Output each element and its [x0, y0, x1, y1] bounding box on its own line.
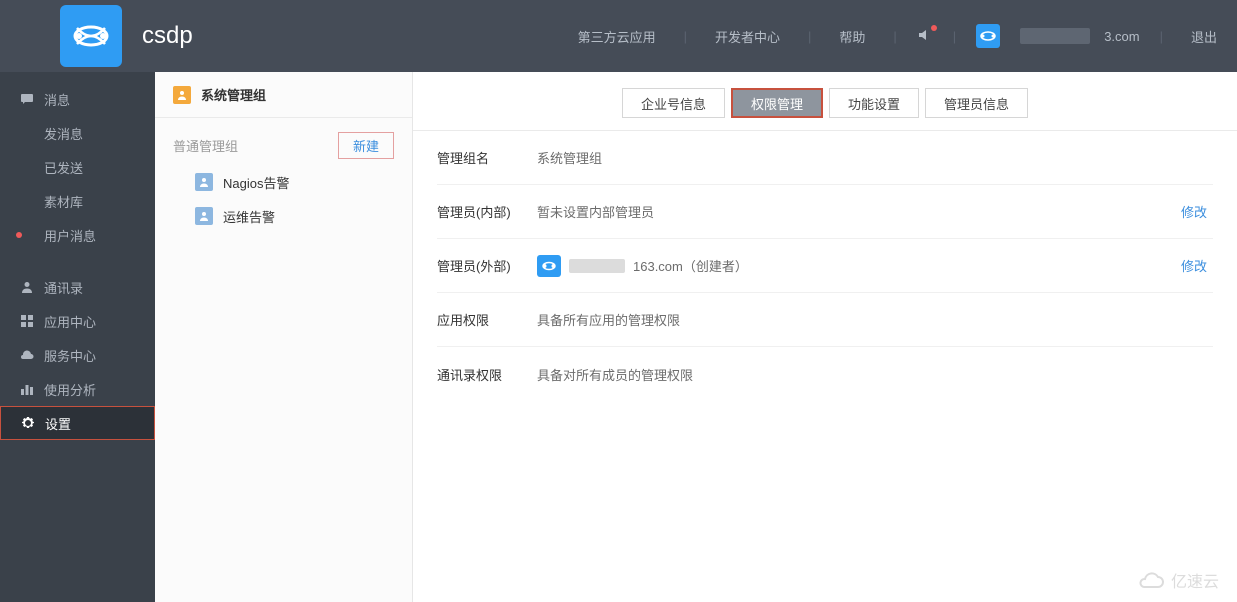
field-value: 163.com（创建者） [537, 255, 1181, 277]
field-label: 管理员(内部) [437, 202, 537, 221]
group-item-ops[interactable]: 运维告警 [155, 199, 412, 233]
sidebar-item-settings[interactable]: 设置 [0, 406, 155, 440]
sidebar-item-app-center[interactable]: 应用中心 [0, 304, 155, 338]
group-item-nagios[interactable]: Nagios告警 [155, 165, 412, 199]
modify-link[interactable]: 修改 [1181, 256, 1213, 275]
field-label: 通讯录权限 [437, 365, 537, 384]
sidebar-label: 应用中心 [44, 312, 96, 331]
new-group-button[interactable]: 新建 [338, 132, 394, 159]
group-icon [173, 86, 191, 104]
sidebar-label: 设置 [45, 414, 71, 433]
field-label: 应用权限 [437, 310, 537, 329]
group-item-label: Nagios告警 [223, 173, 289, 192]
main-panel: 企业号信息 权限管理 功能设置 管理员信息 管理组名 系统管理组 管理员(内部)… [413, 72, 1237, 602]
field-label: 管理组名 [437, 148, 537, 167]
group-icon [195, 207, 213, 225]
user-email-suffix: 3.com [1104, 29, 1139, 44]
row-contact-permission: 通讯录权限 具备对所有成员的管理权限 [437, 347, 1213, 401]
sidebar-label: 通讯录 [44, 278, 83, 297]
system-group-header[interactable]: 系统管理组 [155, 72, 412, 118]
field-value: 具备对所有成员的管理权限 [537, 365, 1213, 384]
sidebar-label: 用户消息 [44, 226, 96, 245]
row-group-name: 管理组名 系统管理组 [437, 131, 1213, 185]
external-admin-suffix: 163.com（创建者） [633, 256, 748, 275]
user-avatar[interactable] [976, 24, 1000, 48]
group-icon [195, 173, 213, 191]
group-column: 系统管理组 普通管理组 新建 Nagios告警 运维告警 [155, 72, 413, 602]
field-label: 管理员(外部) [437, 256, 537, 275]
sidebar-item-user-messages[interactable]: 用户消息 [0, 218, 155, 252]
tab-enterprise-info[interactable]: 企业号信息 [622, 88, 725, 118]
user-email-masked [1020, 28, 1090, 44]
sidebar-label: 使用分析 [44, 380, 96, 399]
tab-admin-info[interactable]: 管理员信息 [925, 88, 1028, 118]
sidebar-item-sent[interactable]: 已发送 [0, 150, 155, 184]
sidebar-label: 素材库 [44, 192, 83, 211]
logout-link[interactable]: 退出 [1183, 27, 1225, 46]
sidebar-item-service-center[interactable]: 服务中心 [0, 338, 155, 372]
group-item-label: 运维告警 [223, 207, 275, 226]
sidebar-label: 已发送 [44, 158, 83, 177]
sidebar-item-contacts[interactable]: 通讯录 [0, 270, 155, 304]
sidebar-item-media[interactable]: 素材库 [0, 184, 155, 218]
nav-help[interactable]: 帮助 [831, 27, 873, 46]
sidebar-item-send[interactable]: 发消息 [0, 116, 155, 150]
row-app-permission: 应用权限 具备所有应用的管理权限 [437, 293, 1213, 347]
row-admin-internal: 管理员(内部) 暂未设置内部管理员 修改 [437, 185, 1213, 239]
sidebar-label: 服务中心 [44, 346, 96, 365]
field-value: 系统管理组 [537, 148, 1213, 167]
sidebar-item-messages[interactable]: 消息 [0, 82, 155, 116]
sidebar-item-analytics[interactable]: 使用分析 [0, 372, 155, 406]
field-value: 暂未设置内部管理员 [537, 202, 1181, 221]
chat-icon [20, 92, 34, 106]
cloud-icon [20, 348, 34, 362]
sidebar-label: 消息 [44, 90, 70, 109]
external-admin-masked [569, 259, 625, 273]
nav-dev-center[interactable]: 开发者中心 [707, 27, 788, 46]
tab-bar: 企业号信息 权限管理 功能设置 管理员信息 [413, 72, 1237, 131]
app-title: csdp [142, 22, 193, 50]
app-logo [60, 5, 122, 67]
app-header: csdp 第三方云应用 | 开发者中心 | 帮助 | | 3.com | 退出 [0, 0, 1237, 72]
tab-feature-settings[interactable]: 功能设置 [829, 88, 919, 118]
nav-third-party[interactable]: 第三方云应用 [570, 27, 664, 46]
row-admin-external: 管理员(外部) 163.com（创建者） 修改 [437, 239, 1213, 293]
sidebar-label: 发消息 [44, 124, 83, 143]
notification-dot [931, 25, 937, 31]
modify-link[interactable]: 修改 [1181, 202, 1213, 221]
tab-permission-mgmt[interactable]: 权限管理 [731, 88, 823, 118]
field-value: 具备所有应用的管理权限 [537, 310, 1213, 329]
normal-group-label: 普通管理组 [173, 136, 238, 155]
external-admin-avatar [537, 255, 561, 277]
sidebar: 消息 发消息 已发送 素材库 用户消息 通讯录 应用中心 服务中心 使用分析 设… [0, 72, 155, 602]
gear-icon [21, 416, 35, 430]
detail-panel: 管理组名 系统管理组 管理员(内部) 暂未设置内部管理员 修改 管理员(外部) … [413, 131, 1237, 401]
person-icon [20, 280, 34, 294]
header-nav: 第三方云应用 | 开发者中心 | 帮助 | | 3.com | 退出 [570, 0, 1237, 72]
volume-icon[interactable] [917, 27, 933, 46]
watermark: 亿速云 [1137, 568, 1219, 592]
bars-icon [20, 382, 34, 396]
normal-group-section: 普通管理组 新建 [155, 118, 412, 165]
grid-icon [20, 314, 34, 328]
system-group-title: 系统管理组 [201, 85, 266, 104]
watermark-text: 亿速云 [1171, 568, 1219, 592]
